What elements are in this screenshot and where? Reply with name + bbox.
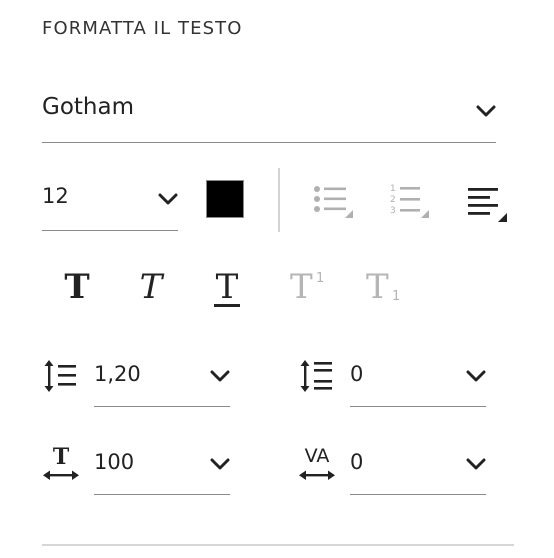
panel-title: FORMATTA IL TESTO xyxy=(42,18,243,39)
chevron-down-icon[interactable] xyxy=(158,192,178,206)
svg-text:1: 1 xyxy=(390,184,396,194)
text-color-swatch[interactable] xyxy=(206,180,244,218)
superscript-button[interactable]: T1 xyxy=(290,270,330,304)
font-size-value[interactable]: 12 xyxy=(42,184,69,208)
align-left-icon[interactable] xyxy=(466,186,510,226)
chevron-down-icon[interactable] xyxy=(210,369,230,383)
chevron-down-icon[interactable] xyxy=(466,369,486,383)
line-spacing-value[interactable]: 1,20 xyxy=(94,362,141,386)
bulleted-list-icon[interactable] xyxy=(312,184,356,224)
svg-text:2: 2 xyxy=(390,195,396,205)
chevron-down-icon[interactable] xyxy=(466,457,486,471)
line-spacing-underline xyxy=(94,406,230,407)
tracking-value[interactable]: 0 xyxy=(350,450,363,474)
horizontal-scale-icon: T xyxy=(42,446,80,484)
tracking-icon: VA xyxy=(298,446,336,484)
tracking-label: VA xyxy=(304,445,330,467)
font-family-underline xyxy=(42,142,496,143)
toolbar-separator xyxy=(278,168,280,232)
numbered-list-icon[interactable]: 1 2 3 xyxy=(388,182,432,222)
font-family-value[interactable]: Gotham xyxy=(42,94,134,120)
bold-button[interactable]: T xyxy=(60,270,94,304)
paragraph-spacing-underline xyxy=(350,406,486,407)
horizontal-scale-value[interactable]: 100 xyxy=(94,450,134,474)
chevron-down-icon[interactable] xyxy=(210,457,230,471)
font-size-underline xyxy=(42,230,178,231)
italic-button[interactable]: T xyxy=(134,270,168,304)
chevron-down-icon[interactable] xyxy=(476,104,496,118)
underline-button[interactable]: T xyxy=(210,270,244,307)
paragraph-spacing-value[interactable]: 0 xyxy=(350,362,363,386)
svg-text:T: T xyxy=(53,446,70,470)
svg-text:3: 3 xyxy=(390,206,396,216)
paragraph-spacing-icon xyxy=(300,358,336,394)
tracking-underline xyxy=(350,494,486,495)
underline-mark xyxy=(214,304,240,307)
subscript-button[interactable]: T1 xyxy=(366,270,406,304)
section-divider xyxy=(42,544,514,546)
horizontal-scale-underline xyxy=(94,494,230,495)
line-spacing-icon xyxy=(44,358,80,394)
